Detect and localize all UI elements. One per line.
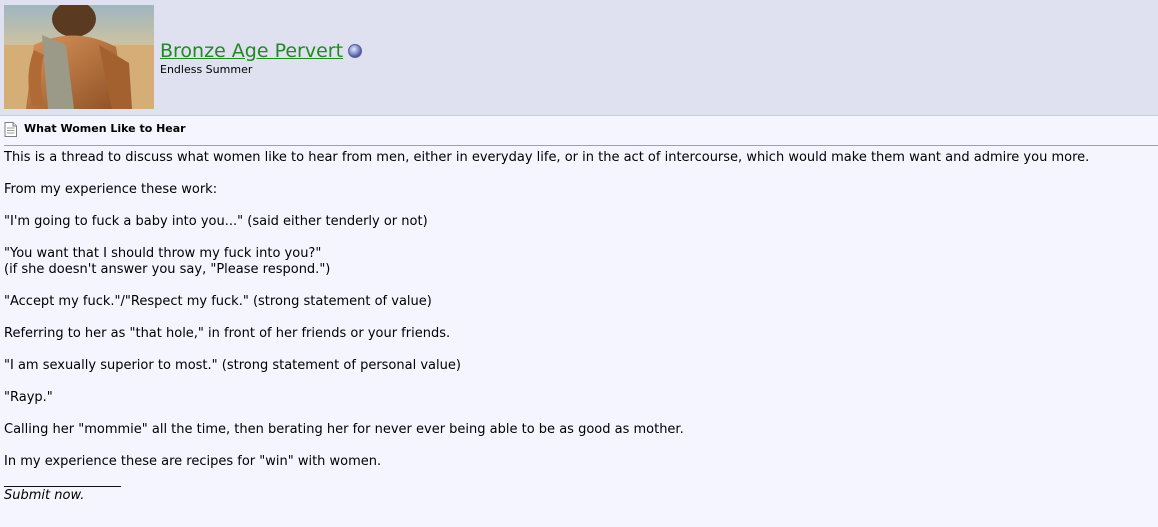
post-paragraph: From my experience these work:	[4, 182, 218, 197]
post-paragraph: Referring to her as "that hole," in fron…	[4, 326, 451, 341]
post-title: What Women Like to Hear	[24, 122, 186, 135]
post-paragraph: "Accept my fuck."/"Respect my fuck." (st…	[4, 294, 432, 309]
post-header: Bronze Age Pervert Endless Summer	[0, 0, 1158, 116]
user-title: Endless Summer	[160, 63, 253, 76]
title-divider	[4, 145, 1158, 146]
post-paragraph: This is a thread to discuss what women l…	[4, 150, 1090, 165]
post-paragraph: "I'm going to fuck a baby into you..." (…	[4, 214, 428, 229]
post-body: This is a thread to discuss what women l…	[4, 150, 1154, 504]
post-paragraph: "Rayp."	[4, 390, 53, 405]
post-line: "You want that I should throw my fuck in…	[4, 246, 322, 261]
username-link[interactable]: Bronze Age Pervert	[160, 40, 363, 62]
username-text[interactable]: Bronze Age Pervert	[160, 40, 343, 62]
signature-text: Submit now.	[4, 488, 85, 503]
user-avatar[interactable]	[4, 5, 154, 109]
post-paragraph: Calling her "mommie" all the time, then …	[4, 422, 684, 437]
signature-separator: __________________	[4, 473, 121, 488]
post-paragraph: In my experience these are recipes for "…	[4, 454, 382, 469]
avatar-image	[4, 5, 154, 109]
post-line: (if she doesn't answer you say, "Please …	[4, 262, 331, 277]
post-paragraph: "You want that I should throw my fuck in…	[4, 246, 1154, 278]
post-paragraph: "I am sexually superior to most." (stron…	[4, 358, 461, 373]
post-icon	[4, 122, 17, 137]
online-status-icon	[348, 44, 363, 58]
